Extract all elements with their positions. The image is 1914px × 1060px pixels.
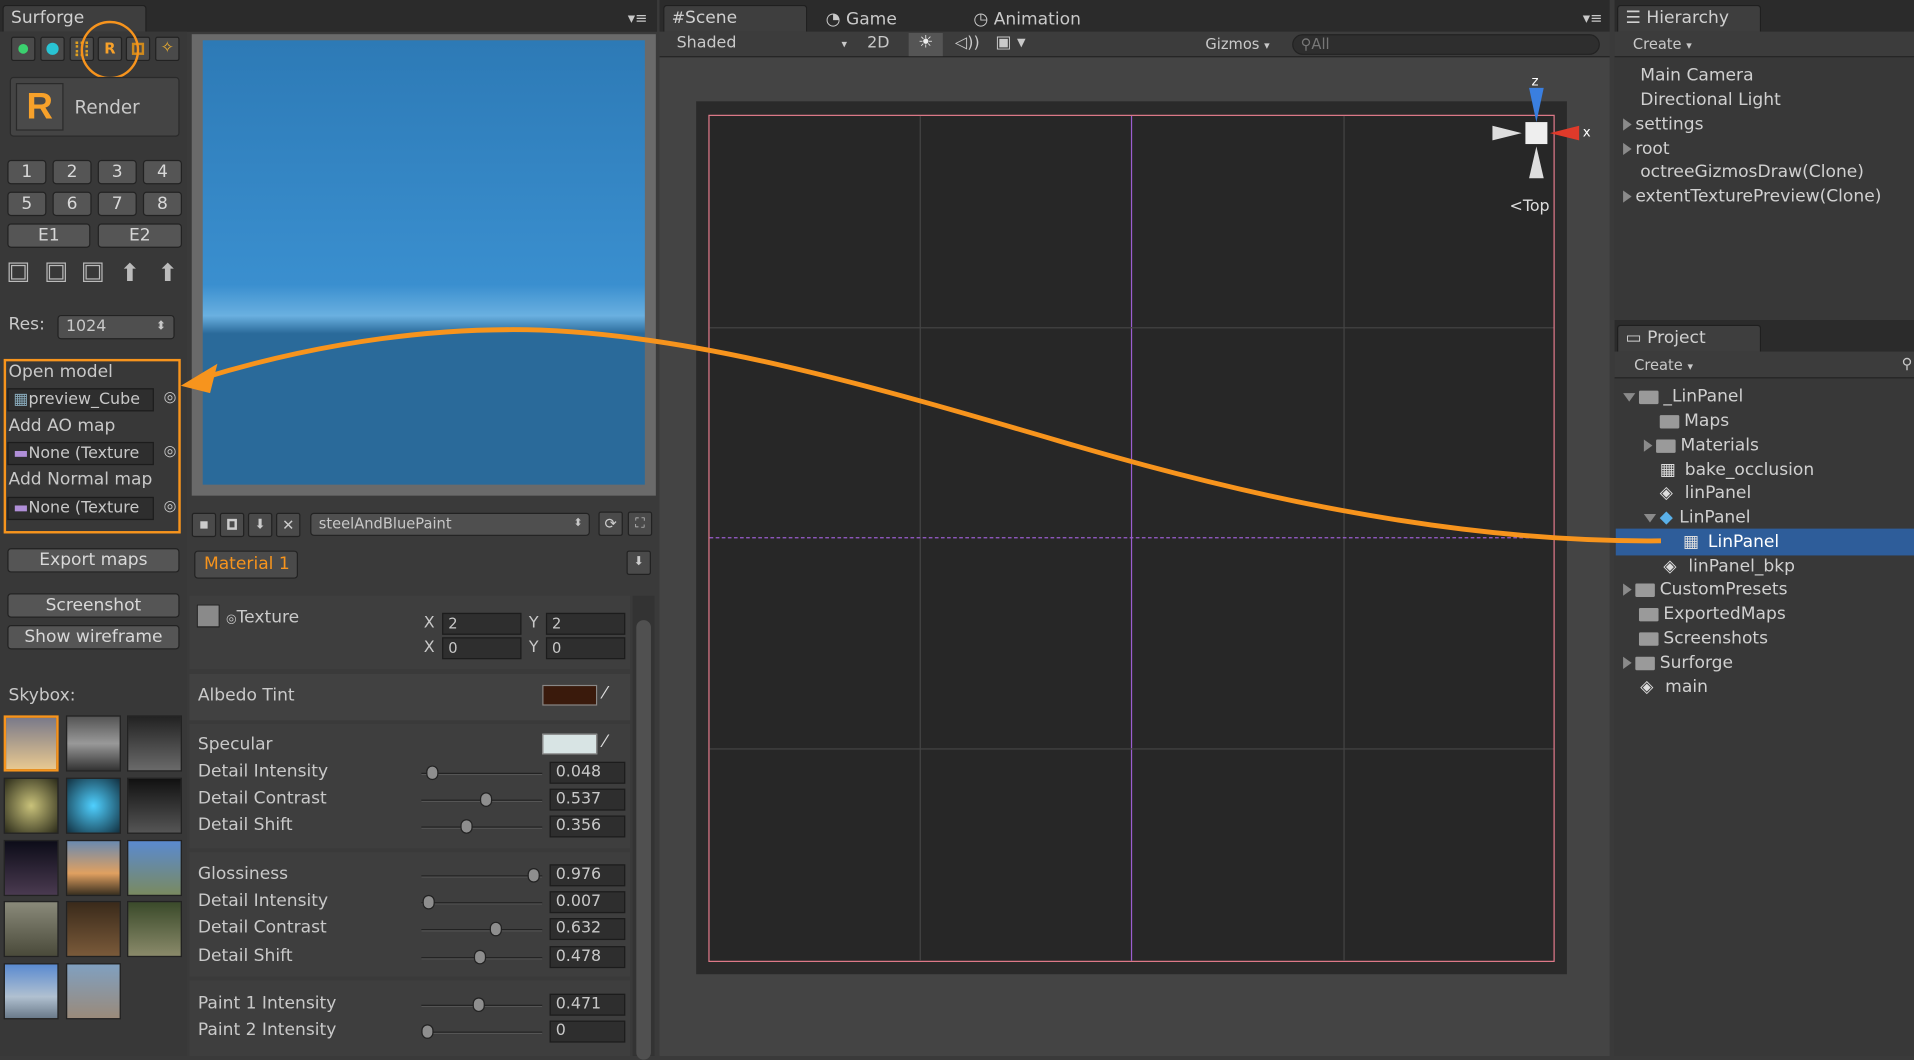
annotation-arrow-path <box>200 327 1661 544</box>
annotation-arrow <box>180 327 1661 544</box>
annotation-arrow-head <box>180 363 218 394</box>
